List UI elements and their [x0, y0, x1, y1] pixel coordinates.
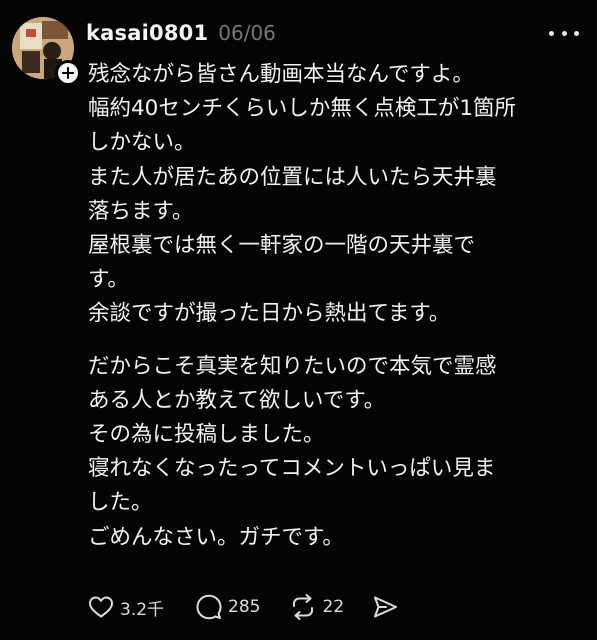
post-line: ある人とか教えて欲しいです。: [88, 387, 386, 413]
more-options-icon[interactable]: [549, 28, 579, 38]
repost-button[interactable]: 22: [289, 594, 345, 620]
post-line: その為に投稿しました。: [88, 422, 325, 448]
follow-button[interactable]: [55, 60, 81, 86]
heart-icon: [89, 596, 113, 618]
comment-bubble-icon: [196, 594, 222, 620]
post-line: 屋根裏では無く一軒家の一階の天井裏で: [88, 233, 476, 259]
post-line: 余談ですが撮った日から熱出てます。: [88, 301, 451, 327]
post-actions: 3.2千 285 22: [88, 592, 398, 622]
post-body: 残念ながら皆さん動画本当なんですよ。 幅約40センチくらいしか無く点検工が1箇所…: [88, 58, 583, 555]
like-button[interactable]: 3.2千: [88, 595, 164, 620]
username[interactable]: kasai0801: [86, 21, 208, 45]
reply-button[interactable]: 285: [196, 594, 261, 620]
post-line: 寝れなくなったってコメントいっぱい見ま: [88, 456, 496, 482]
post-line: また人が居たあの位置には人いたら天井裏: [88, 164, 497, 190]
repost-arrows-icon: [292, 594, 313, 620]
share-button[interactable]: [372, 595, 398, 619]
more-dot: [549, 30, 554, 36]
more-dot: [561, 30, 567, 36]
post-line: 落ちます。: [88, 198, 194, 224]
post-line: ごめんなさい。ガチです。: [88, 524, 344, 550]
more-dot: [574, 30, 579, 36]
like-count: 3.2千: [120, 599, 165, 620]
post-line: す。: [88, 267, 129, 293]
post-line: した。: [88, 490, 153, 516]
send-icon: [374, 596, 398, 618]
post-line: しかない。: [88, 130, 196, 156]
post-header: kasai0801 06/06: [86, 18, 276, 48]
avatar-container[interactable]: [12, 17, 81, 86]
post-line: だからこそ真実を知りたいので本気で霊感: [88, 353, 497, 379]
plus-icon: [62, 67, 74, 79]
thread-post: kasai0801 06/06 残念ながら皆さん動画本当なんですよ。 幅約40セ…: [0, 0, 597, 640]
repost-count: 22: [322, 597, 345, 617]
post-line: 幅約40センチくらいしか無く点検工が1箇所: [88, 96, 517, 122]
reply-count: 285: [228, 597, 261, 617]
post-line: 残念ながら皆さん動画本当なんですよ。: [88, 62, 474, 87]
post-date: 06/06: [218, 21, 276, 45]
